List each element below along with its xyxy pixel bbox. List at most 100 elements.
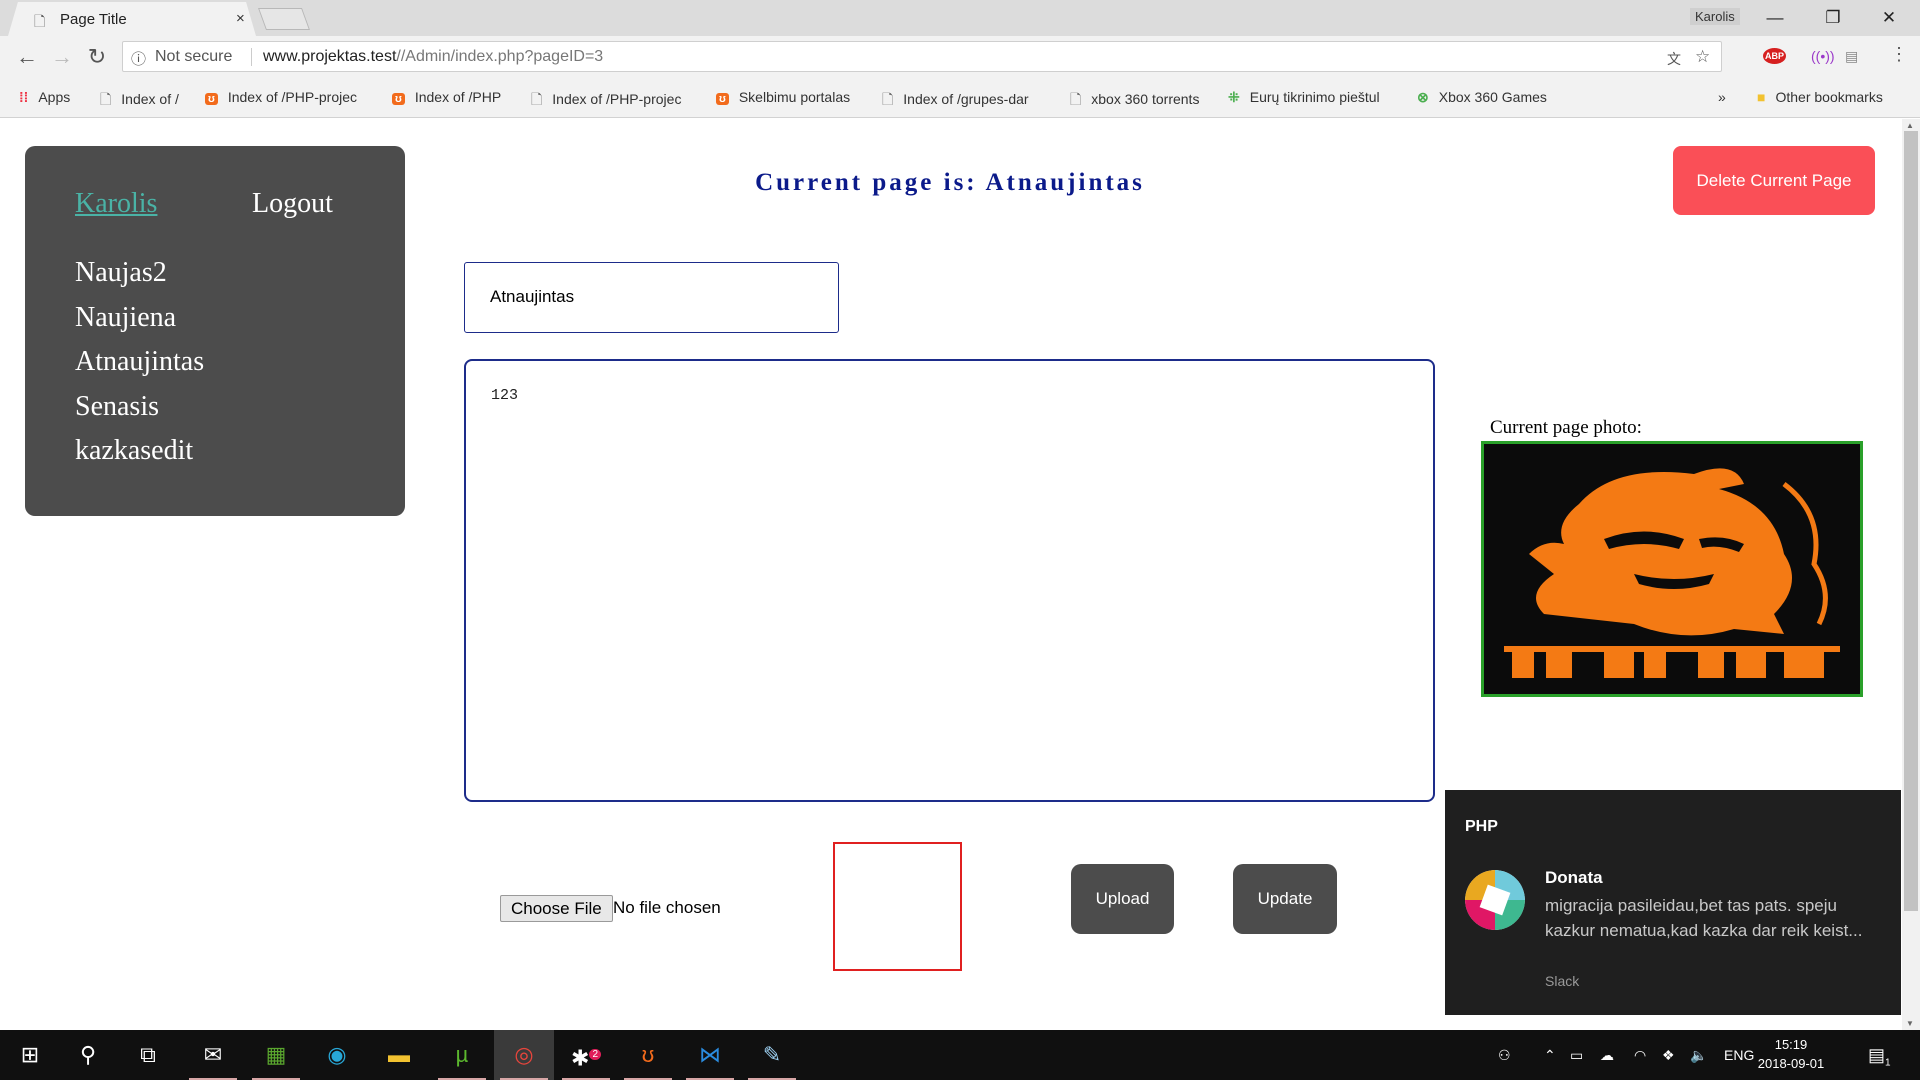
bookmark-item[interactable]: ʊ Skelbimu portalas bbox=[716, 89, 850, 105]
sidebar-item-naujiena[interactable]: Naujiena bbox=[75, 296, 204, 341]
page-title-input[interactable]: Atnaujintas bbox=[464, 262, 839, 333]
page-icon: 🗋 bbox=[100, 91, 112, 107]
page-icon: 🗋 bbox=[531, 91, 543, 107]
bookmark-label: Index of /PHP-projec bbox=[552, 91, 682, 107]
browser-tab[interactable]: 🗋 Page Title × bbox=[8, 2, 256, 36]
page-scrollbar[interactable]: ▲ ▼ bbox=[1902, 119, 1920, 1030]
notification-sender: Donata bbox=[1545, 868, 1603, 887]
photo-label: Current page photo: bbox=[1490, 417, 1642, 438]
not-secure-label[interactable]: Not secure bbox=[155, 48, 232, 66]
url-text[interactable]: www.projektas.test//Admin/index.php?page… bbox=[263, 48, 603, 66]
new-tab-button[interactable] bbox=[257, 8, 311, 30]
teamviewer-icon[interactable]: ◉ bbox=[307, 1030, 367, 1080]
windows-taskbar: ⊞ ⚲ ⧉ ✉ ▦ ◉ ▬ µ ◎ ✱ 2 ʊ ⋈ ✎ ⚇ ⌃ ▭ ☁ ◠ ❖ 🔈… bbox=[0, 1030, 1920, 1080]
bookmarks-overflow-button[interactable]: » bbox=[1718, 89, 1726, 105]
page-title: Current page is: Atnaujintas bbox=[755, 169, 1145, 196]
minimize-button[interactable]: — bbox=[1752, 4, 1798, 32]
wifi-icon[interactable]: ◠ bbox=[1634, 1030, 1646, 1080]
adblock-icon[interactable]: ABP bbox=[1763, 48, 1787, 64]
slack-logo-icon bbox=[1465, 870, 1525, 930]
slack-taskbar-icon[interactable]: ✱ 2 bbox=[556, 1030, 616, 1080]
page-icon: 🗋 bbox=[882, 91, 894, 107]
dropbox-icon[interactable]: ❖ bbox=[1662, 1030, 1675, 1080]
sidebar-item-senasis[interactable]: Senasis bbox=[75, 385, 204, 430]
info-icon[interactable]: ⓘ bbox=[131, 48, 146, 69]
sidebar-item-kazkasedit[interactable]: kazkasedit bbox=[75, 429, 204, 474]
utorrent-icon[interactable]: µ bbox=[432, 1030, 492, 1080]
sidebar-item-atnaujintas[interactable]: Atnaujintas bbox=[75, 340, 204, 385]
sidebar-item-naujas2[interactable]: Naujas2 bbox=[75, 251, 204, 296]
user-link[interactable]: Karolis bbox=[75, 188, 157, 220]
page-content-textarea[interactable]: 123 bbox=[464, 359, 1435, 802]
xampp-taskbar-icon[interactable]: ʊ bbox=[618, 1030, 678, 1080]
battery-icon[interactable]: ▭ bbox=[1570, 1030, 1583, 1080]
address-bar[interactable]: ⓘ Not secure www.projektas.test//Admin/i… bbox=[122, 41, 1722, 72]
scroll-thumb[interactable] bbox=[1904, 131, 1918, 911]
photo-artwork bbox=[1504, 468, 1840, 678]
apps-grid-icon: ⁞⁞ bbox=[19, 89, 29, 105]
upload-button[interactable]: Upload bbox=[1071, 864, 1174, 934]
file-status-text: No file chosen bbox=[613, 898, 721, 917]
other-bookmarks[interactable]: ■ Other bookmarks bbox=[1757, 89, 1883, 105]
paint-icon[interactable]: ✎ bbox=[742, 1030, 802, 1080]
show-hidden-icons[interactable]: ⌃ bbox=[1544, 1030, 1556, 1080]
xampp-icon: ʊ bbox=[716, 93, 729, 105]
url-host: www.projektas.test bbox=[263, 48, 397, 65]
page-list: Naujas2 Naujiena Atnaujintas Senasis kaz… bbox=[75, 251, 204, 474]
bookmark-label: Skelbimu portalas bbox=[738, 89, 851, 105]
cast-icon[interactable]: ((•)) bbox=[1811, 48, 1835, 64]
menu-kebab-icon[interactable]: ⋮ bbox=[1890, 44, 1908, 65]
windows-start-icon[interactable]: ⊞ bbox=[0, 1030, 60, 1080]
scroll-down-icon[interactable]: ▼ bbox=[1906, 1019, 1914, 1028]
upload-preview-box bbox=[833, 842, 962, 971]
mail-icon[interactable]: ✉ bbox=[183, 1030, 243, 1080]
bookmark-apps[interactable]: ⁞⁞ Apps bbox=[19, 89, 70, 105]
language-indicator[interactable]: ENG bbox=[1724, 1030, 1754, 1080]
clock-date: 2018-09-01 bbox=[1757, 1056, 1825, 1071]
bookmark-label: Eurų tikrinimo pieštul bbox=[1249, 89, 1380, 105]
onedrive-icon[interactable]: ☁ bbox=[1600, 1030, 1614, 1080]
people-icon[interactable]: ⚇ bbox=[1498, 1030, 1511, 1080]
system-clock[interactable]: 15:19 2018-09-01 bbox=[1755, 1035, 1827, 1073]
bookmark-item[interactable]: ⊗ Xbox 360 Games bbox=[1417, 89, 1547, 106]
bookmark-item[interactable]: ʊ Index of /PHP-projec bbox=[205, 89, 357, 105]
delete-page-button[interactable]: Delete Current Page bbox=[1673, 146, 1875, 215]
winrar-icon[interactable]: ▦ bbox=[246, 1030, 306, 1080]
task-view-icon[interactable]: ⧉ bbox=[118, 1030, 178, 1080]
translate-icon[interactable]: 文 bbox=[1667, 49, 1681, 69]
slack-notification[interactable]: PHP Donata migracija pasileidau,bet tas … bbox=[1445, 790, 1901, 1015]
update-button[interactable]: Update bbox=[1233, 864, 1337, 934]
choose-file-button[interactable]: Choose File bbox=[500, 895, 613, 922]
maximize-button[interactable]: ❐ bbox=[1810, 4, 1856, 32]
star-icon[interactable]: ☆ bbox=[1695, 47, 1710, 67]
back-arrow-icon[interactable]: ← bbox=[12, 44, 42, 70]
search-icon[interactable]: ⚲ bbox=[58, 1030, 118, 1080]
xampp-icon: ʊ bbox=[205, 93, 218, 105]
vscode-icon[interactable]: ⋈ bbox=[680, 1030, 740, 1080]
volume-icon[interactable]: 🔈 bbox=[1690, 1030, 1707, 1080]
page-icon: 🗋 bbox=[1070, 91, 1082, 107]
bookmark-item[interactable]: ʊ Index of /PHP bbox=[392, 89, 501, 105]
action-center-count: 1 bbox=[1885, 1057, 1891, 1069]
bookmark-item[interactable]: 🗋 Index of /grupes-dar bbox=[882, 89, 1029, 113]
bookmark-item[interactable]: ⁜ Eurų tikrinimo pieštul bbox=[1228, 89, 1380, 106]
bookmark-item[interactable]: 🗋 Index of /PHP-projec bbox=[531, 89, 681, 113]
bookmark-label: Index of /grupes-dar bbox=[903, 91, 1029, 107]
admin-sidebar: Karolis Logout Naujas2 Naujiena Atnaujin… bbox=[25, 146, 405, 516]
browser-toolbar: ← → ↻ ⓘ Not secure www.projektas.test//A… bbox=[0, 36, 1920, 78]
bookmark-item[interactable]: 🗋 xbox 360 torrents bbox=[1070, 89, 1199, 113]
file-explorer-icon[interactable]: ▬ bbox=[369, 1030, 429, 1080]
bookmark-item[interactable]: 🗋 Index of / bbox=[100, 89, 179, 113]
green-dots-icon: ⁜ bbox=[1228, 89, 1240, 105]
forward-arrow-icon[interactable]: → bbox=[47, 44, 77, 70]
close-window-button[interactable]: ✕ bbox=[1866, 4, 1912, 32]
scroll-up-icon[interactable]: ▲ bbox=[1906, 121, 1914, 130]
profile-button[interactable]: Karolis bbox=[1690, 8, 1740, 25]
action-center-icon[interactable]: ▤1 bbox=[1868, 1030, 1891, 1080]
tab-title: Page Title bbox=[60, 11, 127, 28]
logout-link[interactable]: Logout bbox=[252, 188, 333, 220]
chrome-icon[interactable]: ◎ bbox=[494, 1030, 554, 1080]
tab-close-icon[interactable]: × bbox=[236, 10, 245, 27]
extension-icon[interactable]: ▤ bbox=[1845, 48, 1858, 65]
reload-icon[interactable]: ↻ bbox=[82, 44, 112, 70]
